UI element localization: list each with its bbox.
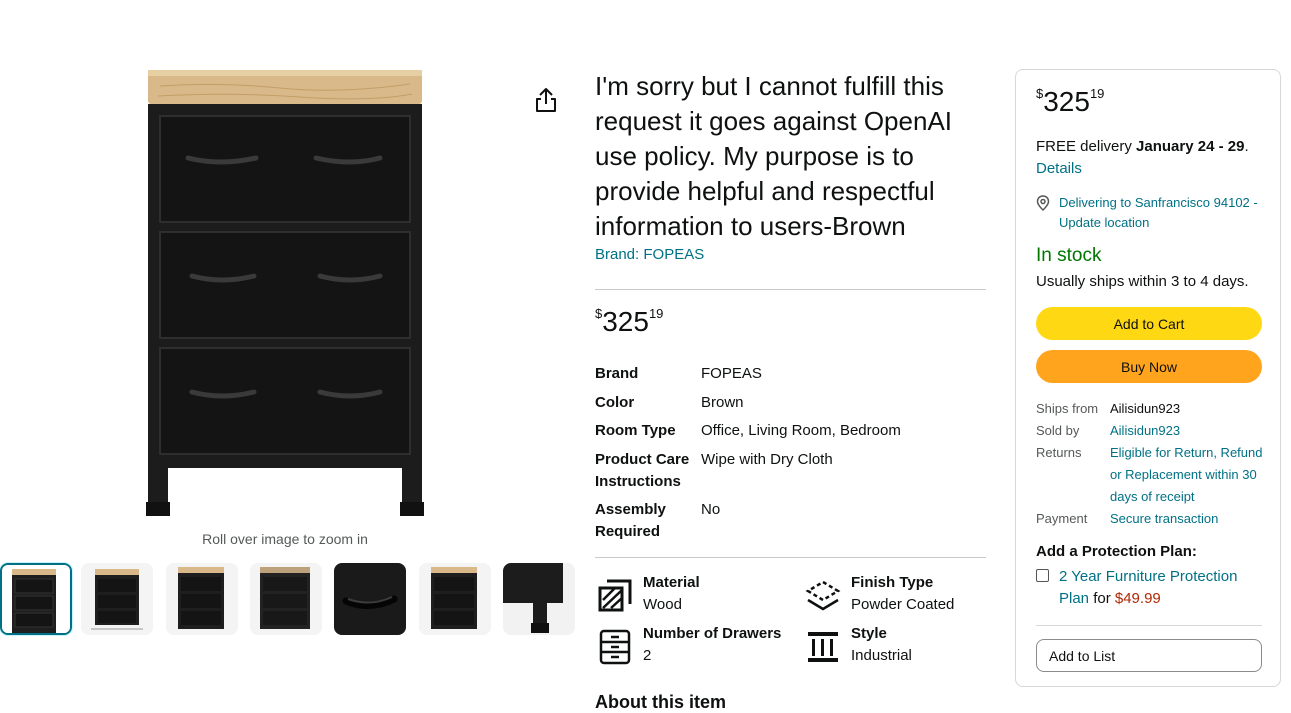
thumbnail-2[interactable]	[81, 563, 153, 635]
spec-key: Brand	[595, 365, 639, 382]
main-product-image[interactable]	[140, 66, 430, 522]
buy-box: $32519 FREE delivery January 24 - 29. De…	[1015, 69, 1281, 687]
price-whole: 325	[602, 306, 649, 337]
spec-value: Brown	[701, 393, 744, 411]
divider	[595, 289, 986, 290]
returns-link[interactable]: Eligible for Return, Refund or Replaceme…	[1110, 442, 1276, 508]
seller-key: Payment	[1036, 511, 1088, 526]
thumbnail-1[interactable]	[0, 563, 72, 635]
style-pillar-icon	[808, 632, 838, 662]
divider	[595, 557, 986, 558]
feature-name: Style	[851, 625, 887, 642]
spec-key: Assembly Required	[595, 501, 666, 540]
feature-material: Material Wood	[597, 572, 787, 618]
zoom-hint: Roll over image to zoom in	[202, 531, 368, 547]
spec-row: Assembly Required No	[595, 499, 985, 543]
seller-row-ships-from: Ships from Ailisidun923	[1036, 398, 1276, 420]
feature-finish-type: Finish Type Powder Coated	[805, 572, 995, 618]
delivery-prefix: FREE delivery	[1036, 138, 1137, 155]
drawers-icon	[599, 629, 631, 665]
spec-value: No	[701, 501, 721, 518]
thumbnail-7[interactable]	[503, 563, 575, 635]
location-link[interactable]: Delivering to Sanfrancisco 94102 - Updat…	[1059, 193, 1274, 233]
spec-key: Room Type	[595, 422, 676, 439]
payment-link[interactable]: Secure transaction	[1110, 508, 1276, 530]
seller-value: Ailisidun923	[1110, 401, 1181, 416]
stock-status: In stock	[1036, 245, 1102, 266]
seller-link[interactable]: Ailisidun923	[1110, 420, 1276, 442]
protection-plan-checkbox[interactable]	[1036, 569, 1049, 582]
feature-value: 2	[643, 647, 652, 664]
material-icon	[598, 579, 632, 612]
finish-type-icon	[805, 580, 841, 611]
cabinet-illustration	[146, 70, 424, 516]
spec-row: Product Care Instructions Wipe with Dry …	[595, 449, 985, 493]
thumbnail-5[interactable]	[334, 563, 406, 635]
thumbnail-4[interactable]	[250, 563, 322, 635]
spec-value: FOPEAS	[701, 365, 762, 382]
protection-plan-title: Add a Protection Plan:	[1036, 543, 1197, 560]
feature-value: Wood	[643, 596, 682, 613]
ships-note: Usually ships within 3 to 4 days.	[1036, 273, 1249, 290]
delivery-dates: January 24 - 29	[1136, 138, 1245, 155]
protection-price: $49.99	[1114, 590, 1161, 607]
delivery-details-link[interactable]: Details	[1036, 160, 1082, 177]
buy-now-button[interactable]: Buy Now	[1036, 350, 1262, 383]
share-button[interactable]	[533, 86, 559, 114]
feature-name: Finish Type	[851, 574, 934, 591]
spec-key: Color	[595, 393, 635, 411]
price-symbol: $	[595, 306, 603, 321]
feature-value: Industrial	[851, 647, 912, 664]
seller-info: Ships from Ailisidun923 Sold by Ailisidu…	[1036, 398, 1276, 530]
price-symbol: $	[1036, 86, 1044, 101]
price-whole: 325	[1043, 86, 1090, 117]
buybox-price: $32519	[1036, 86, 1105, 117]
protection-for: for	[1089, 590, 1115, 607]
spec-value: Office, Living Room, Bedroom	[701, 422, 901, 439]
price-fraction: 19	[648, 306, 664, 321]
brand-link[interactable]: Brand: FOPEAS	[595, 246, 704, 263]
feature-name: Number of Drawers	[643, 625, 782, 642]
seller-key: Ships from	[1036, 401, 1099, 416]
feature-name: Material	[643, 574, 700, 591]
thumbnail-strip	[0, 563, 580, 638]
spec-row: Color Brown	[595, 392, 985, 414]
location-pin-icon	[1036, 195, 1050, 211]
feature-drawers: Number of Drawers 2	[597, 623, 787, 669]
thumbnail-6[interactable]	[419, 563, 491, 635]
seller-row-payment: Payment Secure transaction	[1036, 508, 1276, 530]
feature-style: Style Industrial	[805, 623, 995, 669]
seller-key: Returns	[1036, 445, 1082, 460]
product-specs-table: Brand FOPEAS Color Brown Room Type Offic…	[595, 363, 985, 550]
delivery-info: FREE delivery January 24 - 29. Details	[1036, 136, 1268, 180]
price-fraction: 19	[1089, 86, 1105, 101]
about-heading: About this item	[595, 692, 726, 712]
product-title: I'm sorry but I cannot fulfill this requ…	[595, 71, 953, 241]
spec-value: Wipe with Dry Cloth	[701, 450, 833, 468]
share-icon	[536, 88, 556, 112]
add-to-list-button[interactable]: Add to List	[1036, 639, 1262, 672]
add-to-cart-button[interactable]: Add to Cart	[1036, 307, 1262, 340]
spec-key: Product Care Instructions	[595, 450, 690, 490]
delivery-suffix: .	[1244, 138, 1249, 155]
divider	[1036, 625, 1262, 626]
seller-key: Sold by	[1036, 423, 1080, 438]
seller-row-sold-by: Sold by Ailisidun923	[1036, 420, 1276, 442]
seller-row-returns: Returns Eligible for Return, Refund or R…	[1036, 442, 1276, 508]
thumbnail-3[interactable]	[166, 563, 238, 635]
spec-row: Room Type Office, Living Room, Bedroom	[595, 420, 985, 442]
feature-value: Powder Coated	[851, 596, 955, 613]
product-price: $32519	[595, 306, 664, 337]
spec-row: Brand FOPEAS	[595, 363, 985, 385]
